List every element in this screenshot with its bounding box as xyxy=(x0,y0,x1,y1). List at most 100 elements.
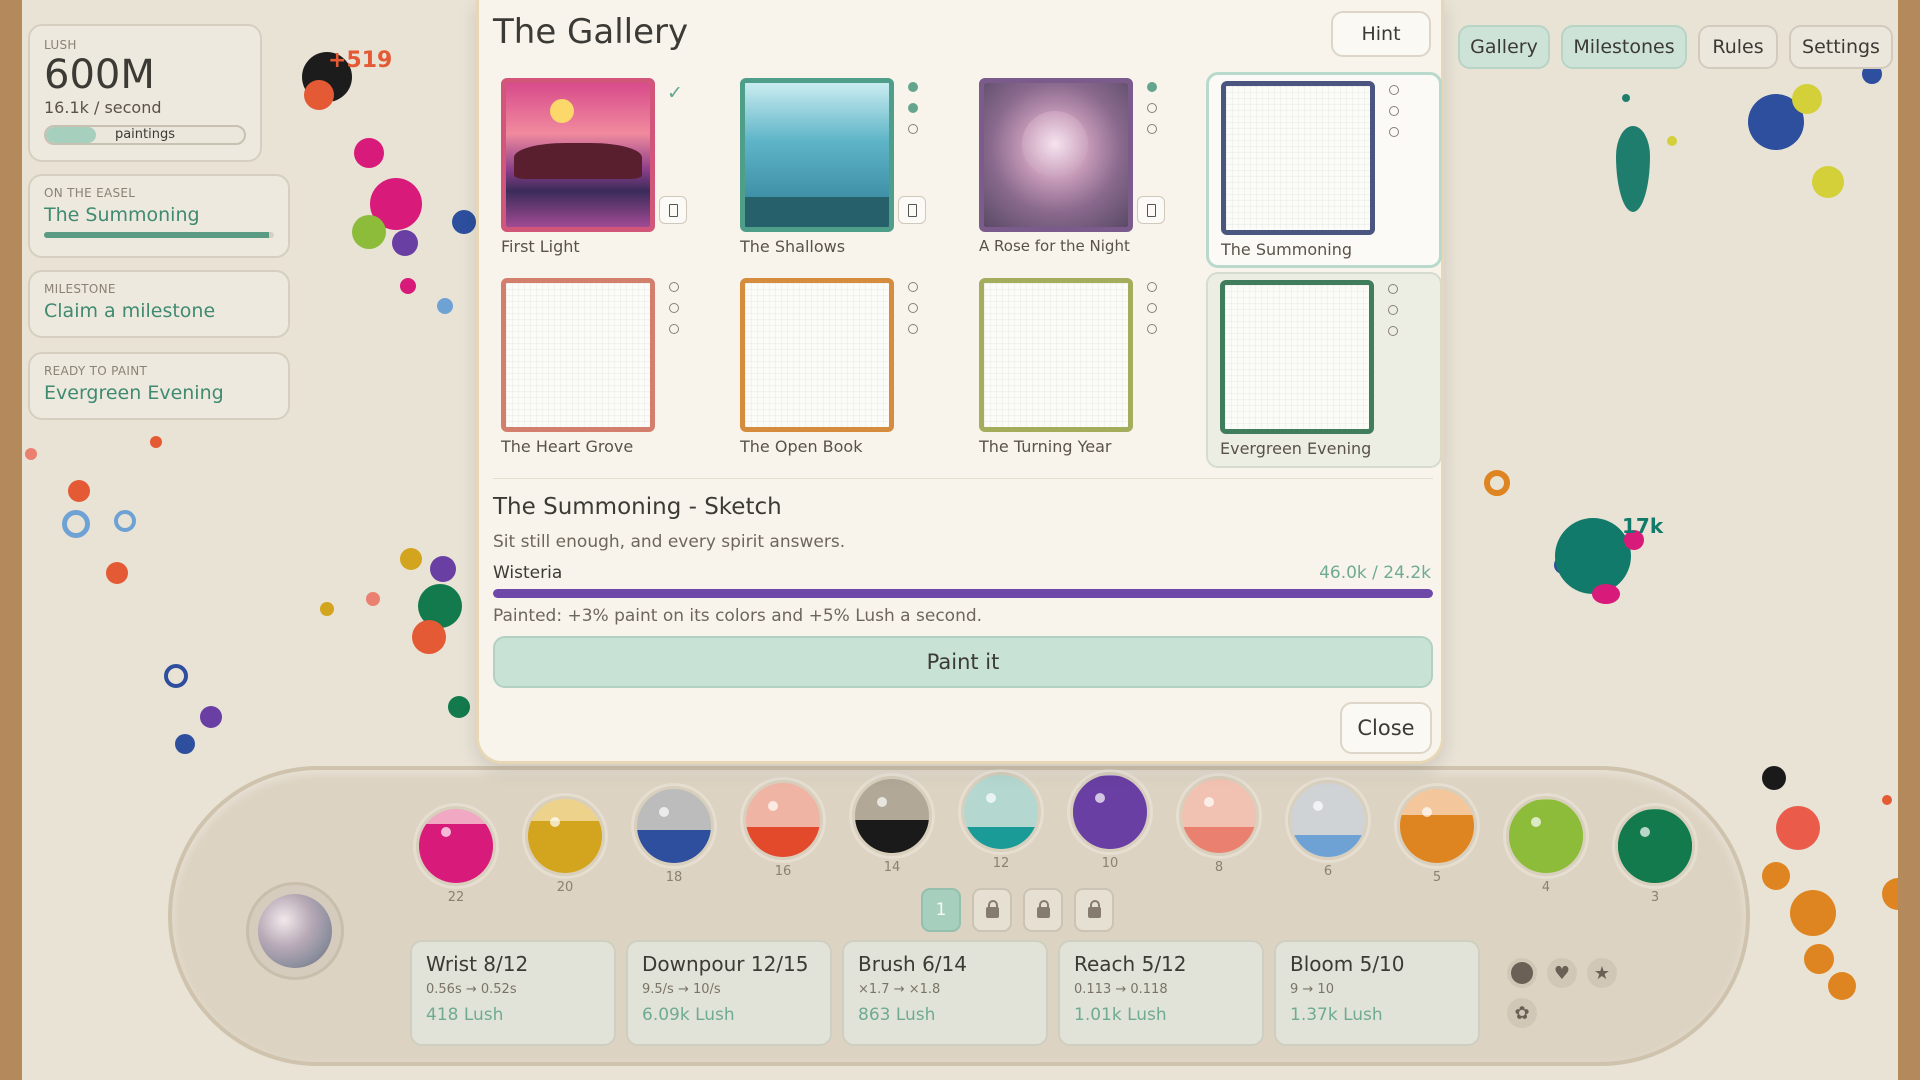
upgrade-brush[interactable]: Brush 6/14 ×1.7 → ×1.8 863 Lush xyxy=(842,940,1048,1046)
paint-shine xyxy=(877,797,887,807)
paint-level xyxy=(1291,834,1365,857)
hint-button[interactable]: Hint xyxy=(1331,11,1431,57)
painting-frame xyxy=(740,278,894,432)
frame-painting-button[interactable] xyxy=(1137,196,1165,224)
brush-shape-flower-button[interactable]: ✿ xyxy=(1507,998,1537,1028)
brush-shape-circle-button[interactable] xyxy=(1507,958,1537,988)
easel-painting-name: The Summoning xyxy=(44,204,200,226)
nav-gallery-button[interactable]: Gallery xyxy=(1458,25,1550,69)
brush-shape-heart-button[interactable]: ♥ xyxy=(1547,958,1577,988)
milestone-card[interactable]: MILESTONE Claim a milestone xyxy=(28,270,290,338)
painting-slot[interactable]: The Open Book xyxy=(728,272,964,468)
color-dot xyxy=(1388,305,1398,315)
painting-slot[interactable]: Evergreen Evening xyxy=(1206,272,1442,468)
upgrade-wrist[interactable]: Wrist 8/12 0.56s → 0.52s 418 Lush xyxy=(410,940,616,1046)
paint-well[interactable] xyxy=(1397,786,1477,866)
paint-splat xyxy=(1555,518,1631,594)
paint-well[interactable] xyxy=(852,776,932,856)
frame-painting-button[interactable] xyxy=(659,196,687,224)
paint-well[interactable] xyxy=(1179,776,1259,856)
paint-well[interactable] xyxy=(1070,772,1150,852)
paint-well[interactable] xyxy=(1506,796,1586,876)
palette-tab-locked[interactable] xyxy=(1023,888,1063,932)
upgrade-rate: 0.56s → 0.52s xyxy=(426,982,517,997)
painting-slot[interactable]: The Shallows xyxy=(728,72,964,268)
blank-canvas xyxy=(506,283,650,427)
paint-splat xyxy=(1790,890,1836,936)
painting-slot[interactable]: First Light ✓ xyxy=(489,72,725,268)
color-progress-text: 46.0k / 24.2k xyxy=(1319,563,1431,583)
gain-popup: +519 xyxy=(328,48,393,73)
frame-painting-button[interactable] xyxy=(898,196,926,224)
easel-card[interactable]: ON THE EASEL The Summoning xyxy=(28,174,290,258)
painting-frame xyxy=(1220,280,1374,434)
paint-shine xyxy=(550,817,560,827)
divider xyxy=(493,478,1433,479)
paint-shine xyxy=(1204,797,1214,807)
paint-shine xyxy=(659,807,669,817)
paint-splat xyxy=(1882,795,1892,805)
paint-well[interactable] xyxy=(416,806,496,886)
painting-art-first-light xyxy=(506,83,650,227)
paint-well[interactable] xyxy=(634,786,714,866)
upgrade-rate: 9.5/s → 10/s xyxy=(642,982,721,997)
sketch-title: The Summoning - Sketch xyxy=(493,494,782,520)
painting-art-rose xyxy=(984,83,1128,227)
sun-icon xyxy=(550,99,574,123)
lush-total: 600M xyxy=(44,52,155,98)
upgrade-cost: 1.37k Lush xyxy=(1290,1005,1383,1025)
paint-shine xyxy=(1095,793,1105,803)
paint-ring xyxy=(164,664,188,688)
palette-tab-1[interactable]: 1 xyxy=(921,888,961,932)
paint-level xyxy=(1182,827,1256,853)
painted-bonus-note: Painted: +3% paint on its colors and +5%… xyxy=(493,606,983,626)
paint-shine xyxy=(1531,817,1541,827)
painting-slot[interactable]: The Heart Grove xyxy=(489,272,725,468)
nav-settings-button[interactable]: Settings xyxy=(1789,25,1893,69)
paint-well[interactable] xyxy=(1288,780,1368,860)
paint-splat xyxy=(1882,878,1898,910)
paint-well[interactable] xyxy=(525,796,605,876)
brush-well[interactable] xyxy=(246,882,344,980)
brush-shape-star-button[interactable]: ★ xyxy=(1587,958,1617,988)
painting-slot[interactable]: The Summoning xyxy=(1206,72,1442,268)
paint-well-count: 16 xyxy=(774,864,792,879)
frame-icon xyxy=(1146,203,1156,217)
upgrade-bloom[interactable]: Bloom 5/10 9 → 10 1.37k Lush xyxy=(1274,940,1480,1046)
paint-splat xyxy=(392,230,418,256)
paint-level xyxy=(1400,814,1474,863)
paint-splat xyxy=(1622,94,1630,102)
paint-well-count: 4 xyxy=(1541,880,1551,895)
paint-splat xyxy=(320,602,334,616)
painting-frame xyxy=(979,78,1133,232)
paint-splat xyxy=(1812,166,1844,198)
upgrade-reach[interactable]: Reach 5/12 0.113 → 0.118 1.01k Lush xyxy=(1058,940,1264,1046)
color-dot xyxy=(1147,103,1157,113)
ready-card[interactable]: READY TO PAINT Evergreen Evening xyxy=(28,352,290,420)
palette-tab-locked[interactable] xyxy=(972,888,1012,932)
paint-well[interactable] xyxy=(961,772,1041,852)
paint-shine xyxy=(1422,807,1432,817)
paint-well[interactable] xyxy=(1615,806,1695,886)
close-button[interactable]: Close xyxy=(1340,702,1432,754)
lush-rate: 16.1k / second xyxy=(44,98,162,117)
heart-icon: ♥ xyxy=(1553,962,1571,984)
upgrade-rate: 9 → 10 xyxy=(1290,982,1334,997)
paint-splat xyxy=(400,278,416,294)
painting-art-the-shallows xyxy=(745,83,889,227)
upgrade-downpour[interactable]: Downpour 12/15 9.5/s → 10/s 6.09k Lush xyxy=(626,940,832,1046)
upgrade-title: Brush 6/14 xyxy=(858,952,967,976)
paint-shine xyxy=(1313,801,1323,811)
nav-milestones-button[interactable]: Milestones xyxy=(1561,25,1687,69)
blank-canvas xyxy=(984,283,1128,427)
lock-icon xyxy=(1036,900,1050,918)
painting-slot[interactable]: A Rose for the Night xyxy=(967,72,1203,268)
nav-rules-button[interactable]: Rules xyxy=(1698,25,1778,69)
paint-well[interactable] xyxy=(743,780,823,860)
painting-label: Evergreen Evening xyxy=(1220,439,1372,458)
painting-slot[interactable]: The Turning Year xyxy=(967,272,1203,468)
palette-tab-locked[interactable] xyxy=(1074,888,1114,932)
paint-level xyxy=(964,826,1038,849)
paint-it-button[interactable]: Paint it xyxy=(493,636,1433,688)
lock-icon xyxy=(1087,900,1101,918)
